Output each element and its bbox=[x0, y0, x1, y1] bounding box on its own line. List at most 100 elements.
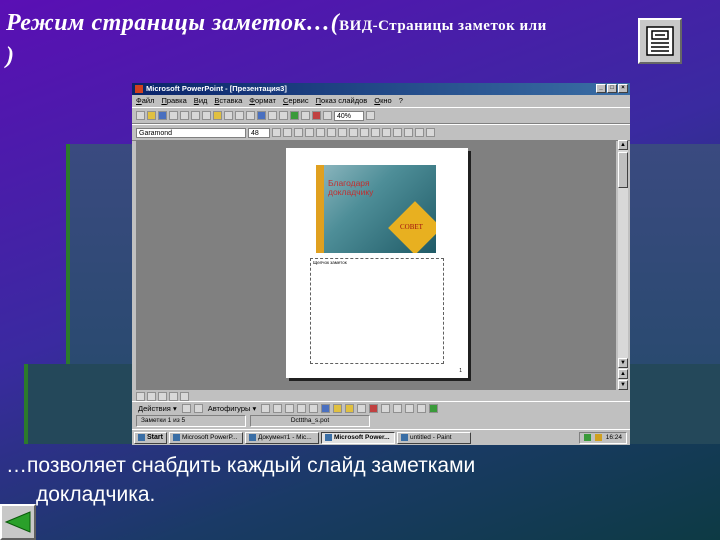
zoom-field[interactable]: 40% bbox=[334, 110, 364, 121]
numbering-icon[interactable] bbox=[349, 128, 358, 137]
slide-view-icon[interactable] bbox=[158, 391, 167, 401]
menu-format[interactable]: Формат bbox=[249, 95, 276, 107]
status-page: Заметки 1 из 5 bbox=[136, 415, 246, 427]
tray-network-icon[interactable] bbox=[583, 434, 591, 441]
animation-icon[interactable] bbox=[415, 128, 424, 137]
dash-style-icon[interactable] bbox=[393, 404, 403, 413]
maximize-button[interactable]: □ bbox=[607, 84, 617, 93]
print-icon[interactable] bbox=[169, 111, 178, 120]
scroll-down-arrow[interactable]: ▼ bbox=[618, 358, 628, 368]
task-word[interactable]: Документ1 - Mic... bbox=[244, 431, 319, 444]
font-name-field[interactable]: Garamond bbox=[136, 127, 246, 138]
menu-help[interactable]: ? bbox=[399, 95, 403, 107]
shadow-icon[interactable] bbox=[305, 128, 314, 137]
menu-tools[interactable]: Сервис bbox=[283, 95, 309, 107]
slideshow-icon[interactable] bbox=[180, 391, 189, 401]
menu-insert[interactable]: Вставка bbox=[214, 95, 242, 107]
common-tasks-icon[interactable] bbox=[426, 128, 435, 137]
promote-icon[interactable] bbox=[393, 128, 402, 137]
insert-chart-icon[interactable] bbox=[290, 111, 299, 120]
increase-font-icon[interactable] bbox=[371, 128, 380, 137]
expand-icon[interactable] bbox=[312, 111, 321, 120]
rectangle-icon[interactable] bbox=[285, 404, 295, 413]
menu-window[interactable]: Окно bbox=[374, 95, 391, 107]
outline-view-icon[interactable] bbox=[147, 391, 156, 401]
save-icon[interactable] bbox=[158, 111, 167, 120]
start-button[interactable]: Start bbox=[134, 431, 167, 444]
thumbnail-sovet: СОВЕТ bbox=[400, 223, 423, 231]
decrease-font-icon[interactable] bbox=[382, 128, 391, 137]
previous-slide-arrow[interactable]: ▲ bbox=[618, 369, 628, 379]
new-icon[interactable] bbox=[136, 111, 145, 120]
hyperlink-icon[interactable] bbox=[257, 111, 266, 120]
task-powerpoint-1[interactable]: Microsoft PowerP... bbox=[168, 431, 243, 444]
task-label: Документ1 - Mic... bbox=[257, 433, 312, 441]
line-style-icon[interactable] bbox=[381, 404, 391, 413]
insert-table-icon[interactable] bbox=[279, 111, 288, 120]
copy-icon[interactable] bbox=[202, 111, 211, 120]
spellcheck-icon[interactable] bbox=[180, 111, 189, 120]
italic-icon[interactable] bbox=[283, 128, 292, 137]
task-powerpoint-2[interactable]: Microsoft Power... bbox=[320, 431, 395, 444]
autoshapes-menu[interactable]: Автофигуры ▾ bbox=[206, 404, 259, 413]
textbox-icon[interactable] bbox=[309, 404, 319, 413]
clipart-icon[interactable] bbox=[333, 404, 343, 413]
align-right-icon[interactable] bbox=[338, 128, 347, 137]
bold-icon[interactable] bbox=[272, 128, 281, 137]
menu-edit[interactable]: Правка bbox=[161, 95, 186, 107]
slide-thumbnail[interactable]: Благодаря докладчику СОВЕТ bbox=[316, 165, 436, 253]
underline-icon[interactable] bbox=[294, 128, 303, 137]
free-rotate-icon[interactable] bbox=[193, 404, 203, 413]
arrow-style-icon[interactable] bbox=[405, 404, 415, 413]
next-slide-arrow[interactable]: ▼ bbox=[618, 380, 628, 390]
align-center-icon[interactable] bbox=[327, 128, 336, 137]
wordart-icon[interactable] bbox=[321, 404, 331, 413]
menu-view[interactable]: Вид bbox=[194, 95, 208, 107]
scrollbar-thumb[interactable] bbox=[618, 152, 628, 188]
scroll-up-arrow[interactable]: ▲ bbox=[618, 140, 628, 150]
new-slide-icon[interactable] bbox=[301, 111, 310, 120]
vertical-scrollbar[interactable]: ▲ ▼ ▲ ▼ bbox=[618, 140, 628, 390]
slide-sorter-icon[interactable] bbox=[169, 391, 178, 401]
paste-icon[interactable] bbox=[213, 111, 222, 120]
font-color-icon[interactable] bbox=[369, 404, 379, 413]
redo-icon[interactable] bbox=[246, 111, 255, 120]
tray-clock: 16:24 bbox=[605, 433, 622, 441]
open-icon[interactable] bbox=[147, 111, 156, 120]
task-paint[interactable]: untitled - Paint bbox=[396, 431, 471, 444]
grayscale-icon[interactable] bbox=[323, 111, 332, 120]
3d-style-icon[interactable] bbox=[429, 404, 439, 413]
slide-body-line2: докладчика. bbox=[36, 483, 156, 506]
draw-actions-menu[interactable]: Действия ▾ bbox=[136, 404, 179, 413]
minimize-button[interactable]: _ bbox=[596, 84, 606, 93]
select-objects-icon[interactable] bbox=[181, 404, 191, 413]
paint-icon bbox=[400, 434, 408, 441]
tables-icon[interactable] bbox=[268, 111, 277, 120]
notes-placeholder[interactable]: Щелчок заметок bbox=[310, 258, 444, 364]
line-color-icon[interactable] bbox=[357, 404, 367, 413]
fill-color-icon[interactable] bbox=[345, 404, 355, 413]
task-label: Microsoft PowerP... bbox=[181, 433, 238, 441]
bullets-icon[interactable] bbox=[360, 128, 369, 137]
notes-page-view-icon[interactable] bbox=[638, 18, 682, 64]
align-left-icon[interactable] bbox=[316, 128, 325, 137]
demote-icon[interactable] bbox=[404, 128, 413, 137]
close-button[interactable]: × bbox=[618, 84, 628, 93]
windows-logo-icon bbox=[138, 434, 145, 441]
arrow-icon[interactable] bbox=[273, 404, 283, 413]
system-tray: 16:24 bbox=[578, 431, 627, 444]
line-icon[interactable] bbox=[261, 404, 271, 413]
shadow-style-icon[interactable] bbox=[417, 404, 427, 413]
menu-slideshow[interactable]: Показ слайдов bbox=[316, 95, 368, 107]
back-triangle-icon[interactable] bbox=[0, 504, 36, 540]
help-icon[interactable] bbox=[366, 111, 375, 120]
menu-file[interactable]: Файл bbox=[136, 95, 154, 107]
normal-view-icon[interactable] bbox=[136, 391, 145, 401]
tray-volume-icon[interactable] bbox=[594, 434, 602, 441]
format-painter-icon[interactable] bbox=[224, 111, 233, 120]
font-size-field[interactable]: 48 bbox=[248, 127, 270, 138]
oval-icon[interactable] bbox=[297, 404, 307, 413]
undo-icon[interactable] bbox=[235, 111, 244, 120]
start-label: Start bbox=[147, 433, 163, 441]
cut-icon[interactable] bbox=[191, 111, 200, 120]
